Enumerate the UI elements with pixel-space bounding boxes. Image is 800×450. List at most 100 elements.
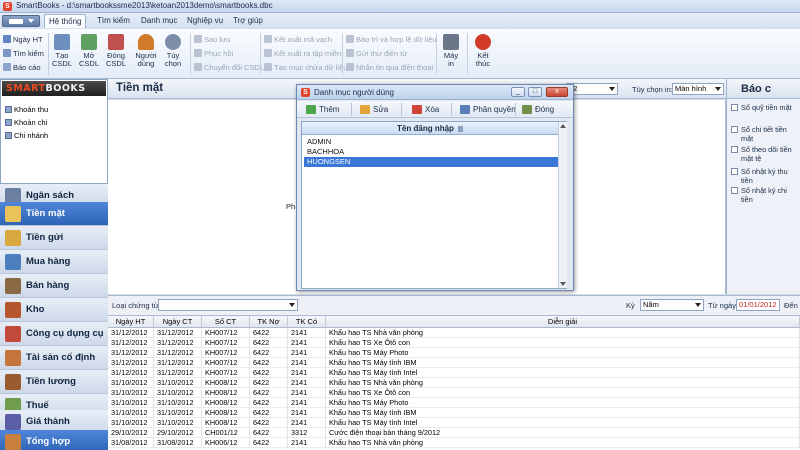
- delete-user-button[interactable]: Xóa: [411, 103, 439, 116]
- ket-xuat-tap-mien-button[interactable]: Kết xuất ra tập miền: [264, 48, 341, 59]
- dong-csdl-button[interactable]: Đóng CSDL: [105, 34, 127, 68]
- edit-user-button[interactable]: Sửa: [359, 103, 388, 116]
- nav-cong-cu-dung-cu[interactable]: Công cụ dụng cụ: [0, 322, 108, 346]
- scroll-up-icon[interactable]: [560, 124, 566, 128]
- checkbox[interactable]: [731, 104, 738, 111]
- table-cell: 2141: [288, 408, 326, 418]
- column-header[interactable]: Số CT: [202, 316, 250, 328]
- close-button[interactable]: x: [546, 87, 568, 97]
- table-row[interactable]: 31/08/2012 31/08/2012 KH006/12 6422 2141 Khấu…: [108, 438, 800, 448]
- table-row[interactable]: 31/12/2012 31/12/2012 KH007/12 6422 2141 Khấu…: [108, 328, 800, 338]
- maximize-button[interactable]: □: [528, 87, 542, 97]
- add-user-button[interactable]: Thêm: [305, 103, 339, 116]
- toolbar-separator: [351, 103, 352, 116]
- report-item-nhat-ky-thu[interactable]: Sổ nhật ký thu tiền: [731, 167, 799, 185]
- report-item-so-chi-tiet[interactable]: Sổ chi tiết tiền mặt: [731, 125, 799, 143]
- column-header[interactable]: Diễn giải: [326, 316, 800, 328]
- menu-tim-kiem[interactable]: Tìm kiếm: [93, 14, 134, 28]
- quick-access-menu-button[interactable]: [2, 15, 40, 27]
- report-item-so-theo-doi[interactable]: Sổ theo dõi tiền mặt tệ: [731, 145, 799, 163]
- mo-csdl-button[interactable]: Mở CSDL: [78, 34, 100, 68]
- window-title-bar: S SmartBooks - d:\smartbookssme2013\keto…: [0, 0, 800, 13]
- filter-icon[interactable]: [457, 126, 463, 132]
- tim-kiem-button[interactable]: Tìm kiếm: [3, 48, 44, 59]
- nav-mua-hang[interactable]: Mua hàng: [0, 250, 108, 274]
- table-row[interactable]: 31/10/2012 31/10/2012 KH008/12 6422 2141 Khấu…: [108, 388, 800, 398]
- report-item-nhat-ky-chi[interactable]: Sổ nhật ký chi tiền: [731, 186, 799, 204]
- scroll-down-icon[interactable]: [560, 282, 566, 286]
- table-row[interactable]: 31/10/2012 31/10/2012 KH008/12 6422 2141 Khấu…: [108, 378, 800, 388]
- table-cell: 2141: [288, 348, 326, 358]
- permissions-button[interactable]: Phân quyền: [459, 103, 516, 116]
- phone-icon: [346, 63, 354, 71]
- checkbox[interactable]: [731, 146, 738, 153]
- table-row[interactable]: 31/12/2012 31/12/2012 KH007/12 6422 2141 Khấu…: [108, 348, 800, 358]
- doc-type-combo[interactable]: [158, 299, 298, 311]
- table-row[interactable]: 29/10/2012 29/10/2012 CH001/12 6422 3312 Cước…: [108, 428, 800, 438]
- tuy-chon-button[interactable]: Tùy chọn: [162, 34, 184, 68]
- column-header[interactable]: TK Nợ: [250, 316, 288, 328]
- period-select[interactable]: Năm: [640, 299, 704, 311]
- from-date-input[interactable]: 01/01/2012: [736, 299, 780, 311]
- tree-node-icon: [5, 132, 12, 139]
- sao-luu-button[interactable]: Sao lưu: [194, 34, 230, 45]
- list-item-selected[interactable]: HUONGSEN: [304, 157, 558, 167]
- convert-icon: [194, 63, 202, 71]
- nguoi-dung-button[interactable]: Người dùng: [134, 34, 158, 68]
- may-in-button[interactable]: Máy in: [440, 34, 462, 68]
- checkbox[interactable]: [731, 126, 738, 133]
- summary-icon: [5, 434, 21, 450]
- nav-ban-hang[interactable]: Bán hàng: [0, 274, 108, 298]
- ket-xuat-ma-vach-button[interactable]: Kết xuất mã vạch: [264, 34, 332, 45]
- table-row[interactable]: 31/10/2012 31/10/2012 KH008/12 6422 2141 Khấu…: [108, 408, 800, 418]
- tree-item-khoan-chi[interactable]: Khoản chi: [5, 117, 47, 129]
- table-cell: 31/10/2012: [108, 388, 154, 398]
- tree-item-khoan-thu[interactable]: Khoản thu: [5, 104, 48, 116]
- menu-danh-muc[interactable]: Danh mục: [137, 14, 181, 28]
- column-header[interactable]: TK Có: [288, 316, 326, 328]
- chuyen-doi-csdl-button[interactable]: Chuyển đổi CSDL: [194, 62, 264, 73]
- checkbox[interactable]: [731, 187, 738, 194]
- nav-tien-luong[interactable]: Tiền lương: [0, 370, 108, 394]
- checkbox[interactable]: [731, 168, 738, 175]
- close-dialog-button[interactable]: Đóng: [521, 103, 554, 116]
- bao-cao-button[interactable]: Báo cáo: [3, 62, 41, 73]
- tao-csdl-button[interactable]: Tạo CSDL: [51, 34, 73, 68]
- menu-tro-giup[interactable]: Trợ giúp: [229, 14, 267, 28]
- table-cell: 31/10/2012: [108, 378, 154, 388]
- table-cell: Khấu hao TS Máy tính Intel: [326, 368, 800, 378]
- nav-tien-gui[interactable]: Tiền gửi: [0, 226, 108, 250]
- minimize-button[interactable]: _: [511, 87, 525, 97]
- bao-tri-du-lieu-button[interactable]: Bảo trì và hợp lệ dữ liệu: [346, 34, 436, 45]
- table-row[interactable]: 31/10/2012 31/10/2012 KH008/12 6422 2141 Khấu…: [108, 418, 800, 428]
- nav-kho[interactable]: Kho: [0, 298, 108, 322]
- print-option-combo[interactable]: Màn hình: [672, 83, 724, 95]
- vertical-scrollbar[interactable]: [558, 122, 567, 288]
- menu-he-thong[interactable]: Hệ thống: [44, 14, 87, 28]
- column-header[interactable]: Ngày CT: [154, 316, 202, 328]
- menu-bar: Hệ thống Tìm kiếm Danh mục Nghiệp vụ Trợ…: [0, 13, 800, 29]
- menu-nghiep-vu[interactable]: Nghiệp vụ: [183, 14, 227, 28]
- phuc-hoi-button[interactable]: Phục hồi: [194, 48, 233, 59]
- nav-tong-hop[interactable]: Tổng hợp: [0, 430, 108, 450]
- ket-thuc-button[interactable]: Kết thúc: [472, 34, 494, 68]
- table-row[interactable]: 31/12/2012 31/12/2012 KH007/12 6422 2141 Khấu…: [108, 358, 800, 368]
- list-item[interactable]: BACHHOA: [304, 147, 558, 157]
- ngay-ht-button[interactable]: Ngày HT: [3, 34, 43, 45]
- nhan-tin-button[interactable]: Nhắn tin qua điện thoại: [346, 62, 433, 73]
- nav-tai-san-co-dinh[interactable]: Tài sản cố định: [0, 346, 108, 370]
- database-open-icon: [81, 34, 97, 50]
- tao-muc-chua-du-lieu-button[interactable]: Tạo mục chứa dữ liệu: [264, 62, 347, 73]
- nav-tien-mat[interactable]: Tiền mặt: [0, 202, 108, 226]
- report-item-so-quy[interactable]: Sổ quỹ tiền mặt: [731, 103, 799, 112]
- user-icon: [138, 34, 154, 50]
- column-header[interactable]: Ngày HT: [108, 316, 154, 328]
- table-row[interactable]: 31/10/2012 31/10/2012 KH008/12 6422 2141 Khấu…: [108, 398, 800, 408]
- gui-thu-dien-tu-button[interactable]: Gửi thư điện tử: [346, 48, 407, 59]
- tree-item-chi-nhanh[interactable]: Chi nhánh: [5, 130, 48, 142]
- table-row[interactable]: 31/12/2012 31/12/2012 KH007/12 6422 2141 Khấu…: [108, 338, 800, 348]
- list-header-username[interactable]: Tên đăng nhập: [302, 122, 558, 135]
- table-row[interactable]: 31/12/2012 31/12/2012 KH007/12 6422 2141 Khấu…: [108, 368, 800, 378]
- list-item[interactable]: ADMIN: [304, 137, 558, 147]
- chevron-down-icon: [714, 85, 722, 93]
